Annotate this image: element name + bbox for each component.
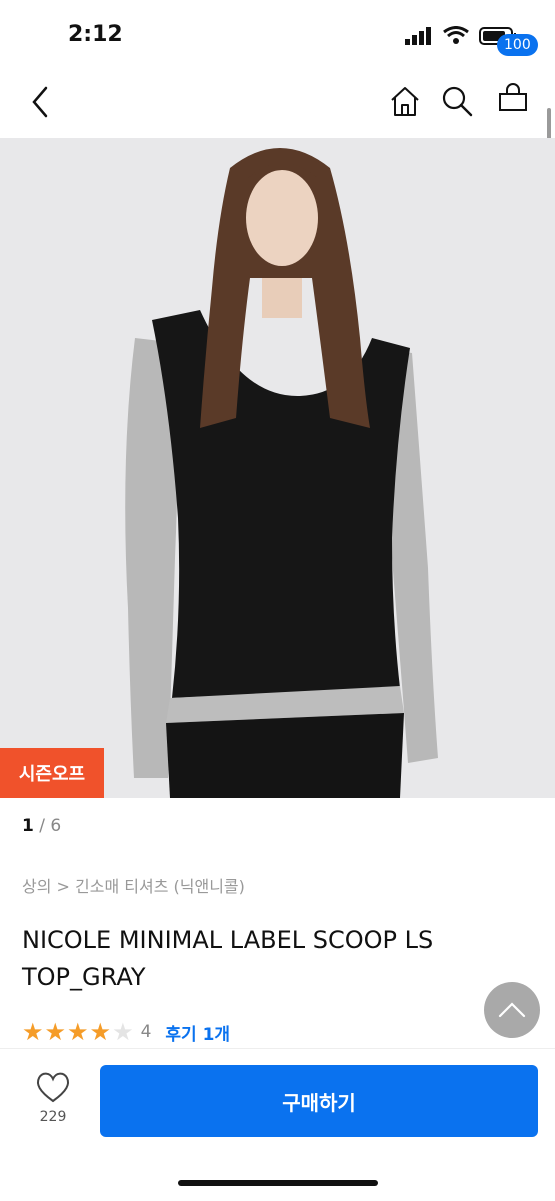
chevron-up-icon [498, 1002, 526, 1018]
star-empty-icon: ★ [112, 1018, 134, 1046]
product-title: NICOLE MINIMAL LABEL SCOOP LS TOP_GRAY [22, 926, 434, 991]
star-icon: ★ [67, 1018, 89, 1046]
home-icon[interactable] [388, 84, 422, 118]
rating-row: ★ ★ ★ ★ ★ 4 후기 1개 [22, 1018, 230, 1046]
model-illustration [0, 138, 555, 798]
star-icon: ★ [22, 1018, 44, 1046]
status-bar: 2:12 [0, 0, 555, 70]
heart-icon [36, 1072, 70, 1103]
bottom-bar: 229 구매하기 [0, 1048, 555, 1201]
signal-icon [405, 26, 431, 45]
breadcrumb[interactable]: 상의 > 긴소매 티셔츠 (닉앤니콜) [22, 873, 245, 897]
review-link[interactable]: 후기 1개 [165, 1020, 230, 1045]
shopping-bag-icon[interactable] [496, 82, 530, 112]
buy-button[interactable]: 구매하기 [100, 1065, 538, 1137]
wifi-icon [443, 26, 469, 44]
pager-current: 1 [22, 816, 34, 836]
season-off-badge: 시즌오프 [0, 748, 104, 798]
search-icon[interactable] [440, 84, 474, 118]
scroll-top-button[interactable] [484, 982, 540, 1038]
status-time: 2:12 [68, 22, 123, 47]
like-count: 229 [39, 1109, 67, 1125]
home-indicator [178, 1180, 378, 1186]
pager-total: / 6 [39, 816, 62, 836]
back-icon[interactable] [22, 82, 62, 122]
rating-score: 4 [140, 1022, 152, 1042]
star-icon: ★ [89, 1018, 112, 1046]
image-pager: 1 / 6 [22, 816, 61, 836]
cart-count-badge: 100 [497, 34, 538, 56]
like-button[interactable]: 229 [32, 1071, 74, 1125]
product-image[interactable] [0, 138, 555, 798]
top-nav [0, 70, 555, 138]
star-icon: ★ [44, 1018, 67, 1046]
